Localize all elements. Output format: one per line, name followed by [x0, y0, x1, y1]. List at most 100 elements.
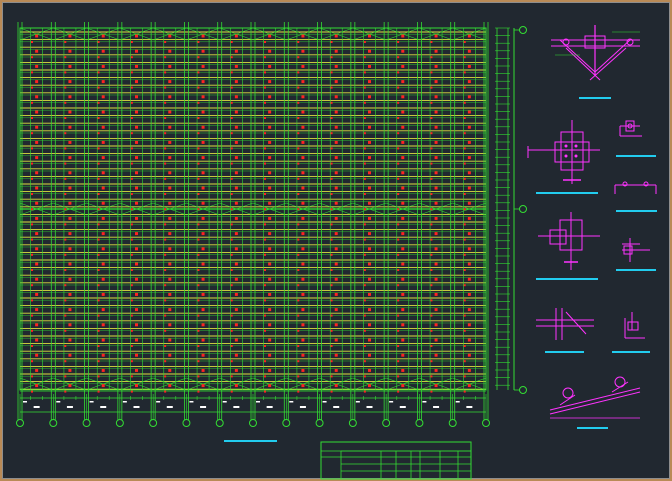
tie-marker [68, 277, 72, 281]
tie-marker [467, 232, 471, 236]
tie-marker [463, 208, 466, 211]
tie-marker [168, 110, 172, 114]
tie-marker [168, 140, 172, 144]
tie-marker [31, 208, 33, 211]
tie-marker [434, 277, 438, 281]
tie-marker [197, 177, 200, 180]
tie-marker [397, 177, 400, 180]
tie-marker [434, 308, 438, 312]
tie-marker [234, 368, 238, 372]
tie-marker [234, 186, 238, 190]
tie-marker [463, 147, 466, 150]
tie-marker [234, 247, 238, 251]
tie-marker [397, 193, 400, 195]
tie-marker [168, 368, 172, 372]
tie-marker [35, 368, 39, 372]
tie-marker [301, 140, 305, 144]
tie-marker [363, 208, 366, 211]
tie-marker [201, 201, 205, 205]
tie-marker [201, 384, 205, 388]
cad-drawing [16, 22, 657, 480]
tie-marker [264, 329, 266, 332]
dimension-value-mark [455, 401, 460, 403]
grid-bubble-8 [249, 419, 257, 427]
tie-marker [397, 56, 400, 59]
tie-marker [35, 247, 39, 251]
tie-marker [31, 193, 33, 195]
tie-marker [101, 232, 105, 236]
tie-marker [230, 284, 233, 287]
tie-marker [64, 253, 67, 256]
dimension-value-mark [466, 406, 473, 408]
tie-marker [197, 117, 200, 119]
roof-framing-plan [16, 22, 527, 427]
tie-marker [401, 216, 405, 220]
tie-marker [430, 177, 433, 180]
tie-marker [467, 95, 471, 99]
tie-marker [135, 186, 138, 190]
tie-marker [197, 284, 200, 287]
brace-connection-detail [536, 308, 594, 353]
tie-marker [401, 95, 405, 99]
tie-marker [35, 308, 39, 312]
tie-marker [164, 117, 167, 119]
tie-marker [164, 253, 167, 256]
tie-marker [330, 101, 333, 104]
tie-marker [168, 277, 172, 281]
tie-marker [168, 49, 172, 53]
tie-marker [297, 132, 300, 135]
dimension-value-mark [156, 401, 161, 403]
tie-marker [463, 132, 466, 135]
tie-marker [168, 247, 172, 251]
tie-marker [268, 277, 272, 281]
tie-marker [101, 34, 105, 38]
tie-marker [234, 110, 238, 114]
tie-marker [168, 323, 172, 327]
tie-marker [297, 147, 300, 150]
tie-marker [197, 360, 200, 363]
tie-marker [467, 353, 471, 357]
purlin-section-1 [616, 120, 656, 157]
tie-marker [401, 110, 405, 114]
tie-marker [230, 329, 233, 332]
tie-marker [64, 284, 67, 287]
tie-marker [264, 177, 266, 180]
tie-marker [31, 86, 33, 89]
column-base-detail-2 [536, 212, 600, 280]
tie-marker [301, 247, 305, 251]
tie-marker [135, 323, 138, 327]
tie-marker [368, 34, 371, 38]
tie-marker [363, 86, 366, 89]
tie-marker [35, 277, 39, 281]
tie-marker [101, 216, 105, 220]
tie-marker [234, 338, 238, 342]
tie-marker [164, 390, 167, 393]
tie-marker [467, 338, 471, 342]
tie-marker [31, 269, 33, 271]
tie-marker [368, 171, 371, 175]
tie-marker [130, 390, 133, 393]
tie-marker [234, 171, 238, 175]
tie-marker [230, 71, 233, 74]
tie-marker [201, 171, 205, 175]
tie-marker [68, 140, 72, 144]
tie-marker [363, 132, 366, 135]
tie-marker [197, 56, 200, 59]
rafter-lines [17, 22, 489, 420]
tie-marker [31, 177, 33, 180]
tie-marker [330, 238, 333, 241]
tie-marker [97, 299, 100, 302]
tie-marker [430, 223, 433, 226]
tie-marker [434, 292, 438, 296]
grid-bubble-15 [482, 419, 490, 427]
tie-marker [197, 390, 200, 393]
tie-marker [31, 132, 33, 135]
tie-marker [234, 140, 238, 144]
tie-marker [264, 253, 266, 256]
tie-marker [268, 308, 272, 312]
tie-marker [35, 384, 39, 388]
tie-marker [101, 338, 105, 342]
tie-marker [64, 329, 67, 332]
grid-bubble-3 [82, 419, 91, 427]
tie-marker [68, 292, 72, 296]
